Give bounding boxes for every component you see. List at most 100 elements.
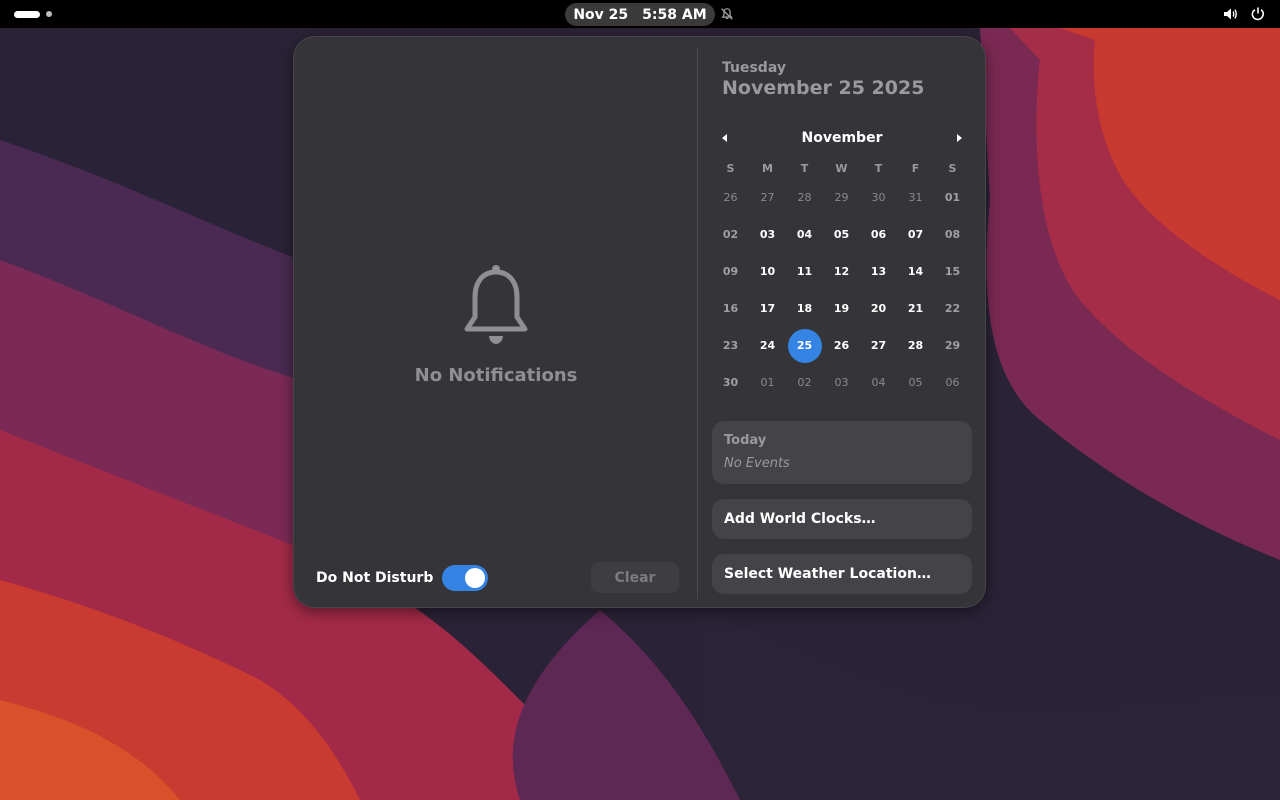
calendar-day[interactable]: 04 bbox=[786, 216, 823, 253]
calendar-day[interactable]: 02 bbox=[786, 364, 823, 401]
toggle-knob bbox=[465, 568, 486, 588]
clock-date: Nov 25 bbox=[573, 6, 629, 23]
calendar-day-number: 30 bbox=[722, 376, 739, 389]
calendar-day-number: 29 bbox=[834, 191, 849, 204]
calendar-day[interactable]: 26 bbox=[712, 179, 749, 216]
calendar-day-number: 01 bbox=[944, 191, 961, 204]
weekday-header: T bbox=[800, 162, 809, 175]
calendar-day[interactable]: 31 bbox=[897, 179, 934, 216]
calendar-day-number: 25 bbox=[787, 329, 822, 363]
calendar-day-number: 19 bbox=[833, 302, 850, 315]
date-heading[interactable]: November 25 2025 bbox=[722, 77, 924, 99]
calendar-day-number: 17 bbox=[759, 302, 776, 315]
select-weather-location-button[interactable]: Select Weather Location… bbox=[712, 554, 972, 594]
calendar-day[interactable]: 28 bbox=[786, 179, 823, 216]
calendar-day-number: 20 bbox=[870, 302, 887, 315]
calendar-day-number: 26 bbox=[723, 191, 738, 204]
calendar-day[interactable]: 30 bbox=[860, 179, 897, 216]
calendar-day-number: 16 bbox=[722, 302, 739, 315]
calendar-day[interactable]: 27 bbox=[749, 179, 786, 216]
calendar-day-number: 23 bbox=[722, 339, 739, 352]
calendar-day-number: 28 bbox=[907, 339, 924, 352]
calendar-day[interactable]: 05 bbox=[823, 216, 860, 253]
events-section[interactable]: Today No Events bbox=[712, 421, 972, 484]
calendar-day[interactable]: 20 bbox=[860, 290, 897, 327]
calendar-day[interactable]: 26 bbox=[823, 327, 860, 364]
calendar-day[interactable]: 04 bbox=[860, 364, 897, 401]
bell-off-icon bbox=[721, 8, 733, 20]
calendar-day[interactable]: 30 bbox=[712, 364, 749, 401]
no-notifications-label: No Notifications bbox=[414, 365, 578, 386]
calendar-day[interactable]: 07 bbox=[897, 216, 934, 253]
calendar-day[interactable]: 10 bbox=[749, 253, 786, 290]
calendar-day-number: 06 bbox=[945, 376, 960, 389]
calendar-day-number: 31 bbox=[908, 191, 923, 204]
calendar-day-number: 26 bbox=[833, 339, 850, 352]
calendar-day[interactable]: 27 bbox=[860, 327, 897, 364]
bell-icon bbox=[464, 265, 528, 344]
events-title: Today bbox=[724, 433, 767, 448]
calendar-day[interactable]: 19 bbox=[823, 290, 860, 327]
activities-button[interactable] bbox=[14, 9, 52, 19]
calendar-day-number: 14 bbox=[907, 265, 924, 278]
calendar-day[interactable]: 29 bbox=[934, 327, 971, 364]
calendar-day[interactable]: 17 bbox=[749, 290, 786, 327]
calendar-day[interactable]: 23 bbox=[712, 327, 749, 364]
calendar-day-number: 18 bbox=[796, 302, 813, 315]
month-navigation: November bbox=[712, 125, 972, 151]
calendar-day[interactable]: 13 bbox=[860, 253, 897, 290]
calendar-day[interactable]: 11 bbox=[786, 253, 823, 290]
calendar-day[interactable]: 14 bbox=[897, 253, 934, 290]
weekday-label[interactable]: Tuesday bbox=[722, 60, 786, 76]
calendar-day-number: 03 bbox=[834, 376, 849, 389]
clear-button[interactable]: Clear bbox=[591, 562, 679, 593]
calendar-day-number: 01 bbox=[760, 376, 775, 389]
calendar-day[interactable]: 21 bbox=[897, 290, 934, 327]
weekday-header: T bbox=[874, 162, 883, 175]
calendar-day[interactable]: 18 bbox=[786, 290, 823, 327]
weekday-header: S bbox=[726, 162, 735, 175]
workspace-indicator bbox=[46, 11, 52, 17]
calendar-day[interactable]: 22 bbox=[934, 290, 971, 327]
calendar-day[interactable]: 15 bbox=[934, 253, 971, 290]
calendar-day[interactable]: 01 bbox=[749, 364, 786, 401]
calendar-day[interactable]: 06 bbox=[860, 216, 897, 253]
calendar-day[interactable]: 08 bbox=[934, 216, 971, 253]
next-month-button[interactable] bbox=[946, 125, 972, 151]
calendar-day-selected[interactable]: 25 bbox=[786, 327, 823, 364]
calendar-day[interactable]: 03 bbox=[749, 216, 786, 253]
calendar-day[interactable]: 24 bbox=[749, 327, 786, 364]
calendar-day[interactable]: 16 bbox=[712, 290, 749, 327]
calendar-day[interactable]: 29 bbox=[823, 179, 860, 216]
calendar-day[interactable]: 03 bbox=[823, 364, 860, 401]
chevron-left-icon bbox=[722, 134, 727, 142]
calendar-day-number: 27 bbox=[870, 339, 887, 352]
clock-button[interactable]: Nov 25 5:58 AM bbox=[565, 3, 715, 26]
calendar-day[interactable]: 06 bbox=[934, 364, 971, 401]
calendar-day-number: 05 bbox=[833, 228, 850, 241]
calendar-day[interactable]: 05 bbox=[897, 364, 934, 401]
calendar-day-number: 04 bbox=[871, 376, 886, 389]
calendar-day[interactable]: 09 bbox=[712, 253, 749, 290]
calendar-day-number: 12 bbox=[833, 265, 850, 278]
calendar-day[interactable]: 12 bbox=[823, 253, 860, 290]
weekday-header: W bbox=[835, 162, 848, 175]
calendar-day-number: 13 bbox=[870, 265, 887, 278]
calendar-day-number: 15 bbox=[944, 265, 961, 278]
do-not-disturb-label: Do Not Disturb bbox=[316, 570, 434, 586]
weekday-header: S bbox=[948, 162, 957, 175]
system-tray[interactable] bbox=[1222, 6, 1266, 22]
popover-divider bbox=[697, 47, 698, 599]
calendar-day-number: 30 bbox=[871, 191, 886, 204]
no-events-label: No Events bbox=[724, 456, 790, 471]
calendar-day[interactable]: 02 bbox=[712, 216, 749, 253]
add-world-clocks-button[interactable]: Add World Clocks… bbox=[712, 499, 972, 539]
calendar-day-number: 08 bbox=[944, 228, 961, 241]
previous-month-button[interactable] bbox=[712, 125, 738, 151]
do-not-disturb-toggle[interactable] bbox=[442, 565, 489, 591]
calendar-day[interactable]: 28 bbox=[897, 327, 934, 364]
calendar-day-number: 04 bbox=[796, 228, 813, 241]
calendar-day-number: 11 bbox=[796, 265, 813, 278]
weekday-header: M bbox=[762, 162, 773, 175]
calendar-day[interactable]: 01 bbox=[934, 179, 971, 216]
